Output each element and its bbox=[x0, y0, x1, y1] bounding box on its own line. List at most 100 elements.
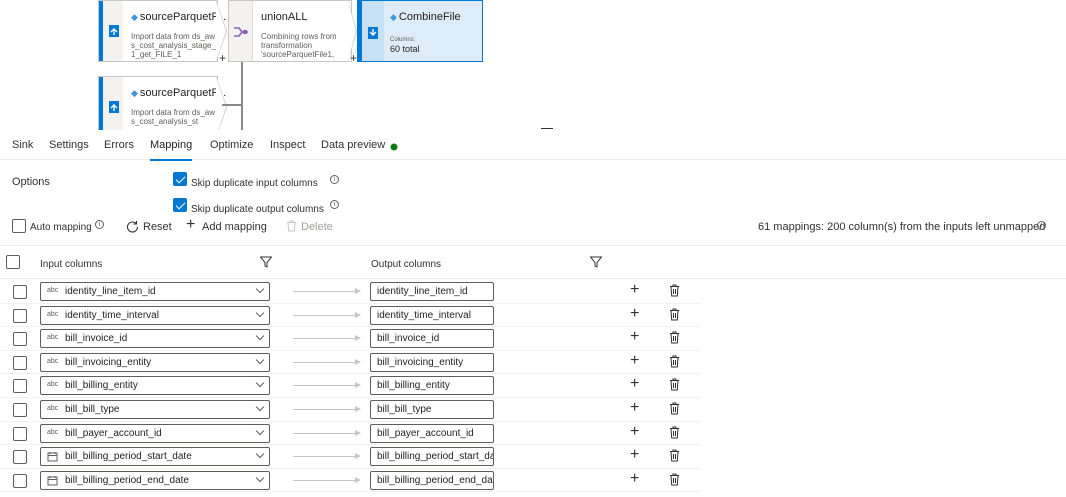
string-type-icon: abc bbox=[47, 310, 59, 318]
dataflow-canvas[interactable]: ◆ sourceParquetF... Import data from ds_a… bbox=[0, 0, 1066, 130]
settings-tabs: Sink Settings Errors Mapping Optimize In… bbox=[0, 130, 1066, 161]
delete-icon[interactable] bbox=[286, 220, 297, 232]
trash-icon[interactable] bbox=[669, 378, 680, 391]
source-node-1-title-text: sourceParquetF... bbox=[139, 11, 227, 23]
add-mapping-icon[interactable]: + bbox=[186, 216, 195, 234]
trash-icon[interactable] bbox=[669, 473, 680, 486]
source-node-1-bar bbox=[99, 1, 123, 61]
tab-optimize[interactable]: Optimize bbox=[210, 139, 253, 151]
tab-settings[interactable]: Settings bbox=[49, 139, 89, 151]
source-node-2-title-text: sourceParquetF... bbox=[139, 87, 227, 99]
trash-icon[interactable] bbox=[669, 308, 680, 321]
input-column-value: identity_time_interval bbox=[65, 309, 159, 321]
input-columns-header: Input columns bbox=[40, 259, 103, 270]
diamond-icon: ◆ bbox=[390, 12, 397, 22]
trash-icon[interactable] bbox=[669, 284, 680, 297]
input-column-select[interactable]: abc bill_invoice_id bbox=[40, 329, 270, 349]
delete-button[interactable]: Delete bbox=[301, 221, 333, 233]
row-checkbox[interactable] bbox=[13, 473, 27, 488]
reset-button[interactable]: Reset bbox=[143, 221, 172, 233]
tab-data-preview[interactable]: Data preview bbox=[321, 139, 385, 151]
input-column-select[interactable]: abc bill_payer_account_id bbox=[40, 423, 270, 443]
output-column-input[interactable]: bill_billing_entity bbox=[370, 376, 494, 396]
add-row-icon[interactable]: + bbox=[630, 352, 639, 370]
trash-icon[interactable] bbox=[669, 355, 680, 368]
row-checkbox[interactable] bbox=[13, 332, 27, 347]
input-column-select[interactable]: abc bill_billing_entity bbox=[40, 376, 270, 396]
union-node[interactable]: unionALL Combining rows from transformat… bbox=[228, 0, 357, 65]
table-row: abc bill_payer_account_id bill_payer_accou… bbox=[0, 422, 700, 446]
source-node-1[interactable]: ◆ sourceParquetF... Import data from ds_a… bbox=[98, 0, 226, 65]
input-column-select[interactable]: abc identity_time_interval bbox=[40, 305, 270, 325]
info-icon[interactable]: i bbox=[95, 220, 104, 229]
filter-icon[interactable] bbox=[590, 256, 602, 268]
connector-line bbox=[222, 104, 242, 106]
pane-resize-handle[interactable] bbox=[541, 128, 553, 129]
add-mapping-button[interactable]: Add mapping bbox=[202, 221, 267, 233]
input-column-value: bill_bill_type bbox=[65, 404, 120, 415]
tab-errors[interactable]: Errors bbox=[104, 139, 134, 151]
sink-node[interactable]: ◆ CombineFile Columns: 60 total bbox=[357, 0, 483, 62]
trash-icon[interactable] bbox=[669, 402, 680, 415]
input-column-select[interactable]: abc identity_line_item_id bbox=[40, 282, 270, 301]
row-checkbox[interactable] bbox=[13, 426, 27, 441]
source-node-1-desc: Import data from ds_aws_cost_analysis_st… bbox=[131, 32, 216, 59]
source-node-2[interactable]: ◆ sourceParquetF... Import data from ds_a… bbox=[98, 76, 226, 130]
add-transform-icon[interactable]: + bbox=[219, 51, 226, 65]
info-icon[interactable]: i bbox=[330, 175, 339, 184]
skip-duplicate-output-checkbox[interactable] bbox=[173, 198, 187, 212]
output-column-input[interactable]: identity_time_interval bbox=[370, 305, 494, 325]
union-icon bbox=[234, 27, 248, 37]
output-column-input[interactable]: bill_invoicing_entity bbox=[370, 352, 494, 372]
add-transform-icon[interactable]: + bbox=[350, 51, 357, 65]
reset-icon[interactable] bbox=[126, 220, 139, 233]
trash-icon[interactable] bbox=[669, 449, 680, 462]
add-row-icon[interactable]: + bbox=[630, 399, 639, 417]
sink-columns-value: 60 total bbox=[390, 44, 420, 54]
output-column-value: bill_payer_account_id bbox=[377, 427, 474, 439]
source-icon bbox=[109, 101, 119, 113]
trash-icon[interactable] bbox=[669, 331, 680, 344]
input-column-select[interactable]: abc bill_invoicing_entity bbox=[40, 352, 270, 372]
output-column-input[interactable]: bill_invoice_id bbox=[370, 329, 494, 349]
output-column-input[interactable]: bill_billing_period_end_date bbox=[370, 470, 494, 490]
output-column-input[interactable]: identity_line_item_id bbox=[370, 282, 494, 301]
add-row-icon[interactable]: + bbox=[630, 446, 639, 464]
row-checkbox[interactable] bbox=[13, 355, 27, 370]
add-row-icon[interactable]: + bbox=[630, 305, 639, 323]
table-row: bill_billing_period_start_date bill_billi… bbox=[0, 445, 700, 469]
row-checkbox[interactable] bbox=[13, 308, 27, 323]
string-type-icon: abc bbox=[47, 287, 59, 294]
trash-icon[interactable] bbox=[669, 426, 680, 439]
skip-duplicate-input-checkbox[interactable] bbox=[173, 172, 187, 186]
row-checkbox[interactable] bbox=[13, 285, 27, 299]
add-row-icon[interactable]: + bbox=[630, 281, 639, 299]
add-row-icon[interactable]: + bbox=[630, 328, 639, 346]
input-column-value: bill_invoicing_entity bbox=[65, 356, 152, 368]
output-column-input[interactable]: bill_payer_account_id bbox=[370, 423, 494, 443]
auto-mapping-checkbox[interactable] bbox=[12, 219, 26, 233]
add-row-icon[interactable]: + bbox=[630, 375, 639, 393]
tab-mapping[interactable]: Mapping bbox=[150, 139, 193, 161]
row-checkbox[interactable] bbox=[13, 450, 27, 465]
mapping-arrow-icon bbox=[293, 358, 361, 365]
tab-inspect[interactable]: Inspect bbox=[270, 139, 305, 151]
source-node-2-title: ◆ sourceParquetF... bbox=[131, 87, 226, 99]
info-icon[interactable]: i bbox=[330, 200, 339, 209]
info-icon[interactable]: i bbox=[1037, 221, 1046, 230]
input-column-select[interactable]: bill_billing_period_start_date bbox=[40, 447, 270, 467]
skip-duplicate-input-label: Skip duplicate input columns bbox=[191, 178, 318, 189]
union-node-title: unionALL bbox=[261, 11, 308, 23]
tab-sink[interactable]: Sink bbox=[12, 139, 33, 151]
output-column-input[interactable]: bill_billing_period_start_date bbox=[370, 447, 494, 467]
add-row-icon[interactable]: + bbox=[630, 470, 639, 488]
row-checkbox[interactable] bbox=[13, 403, 27, 417]
output-column-input[interactable]: bill_bill_type bbox=[370, 400, 494, 419]
filter-icon[interactable] bbox=[260, 256, 272, 268]
select-all-checkbox[interactable] bbox=[6, 255, 20, 269]
row-checkbox[interactable] bbox=[13, 379, 27, 394]
output-column-value: bill_bill_type bbox=[377, 404, 432, 415]
input-column-select[interactable]: abc bill_bill_type bbox=[40, 400, 270, 419]
add-row-icon[interactable]: + bbox=[630, 423, 639, 441]
input-column-select[interactable]: bill_billing_period_end_date bbox=[40, 470, 270, 490]
